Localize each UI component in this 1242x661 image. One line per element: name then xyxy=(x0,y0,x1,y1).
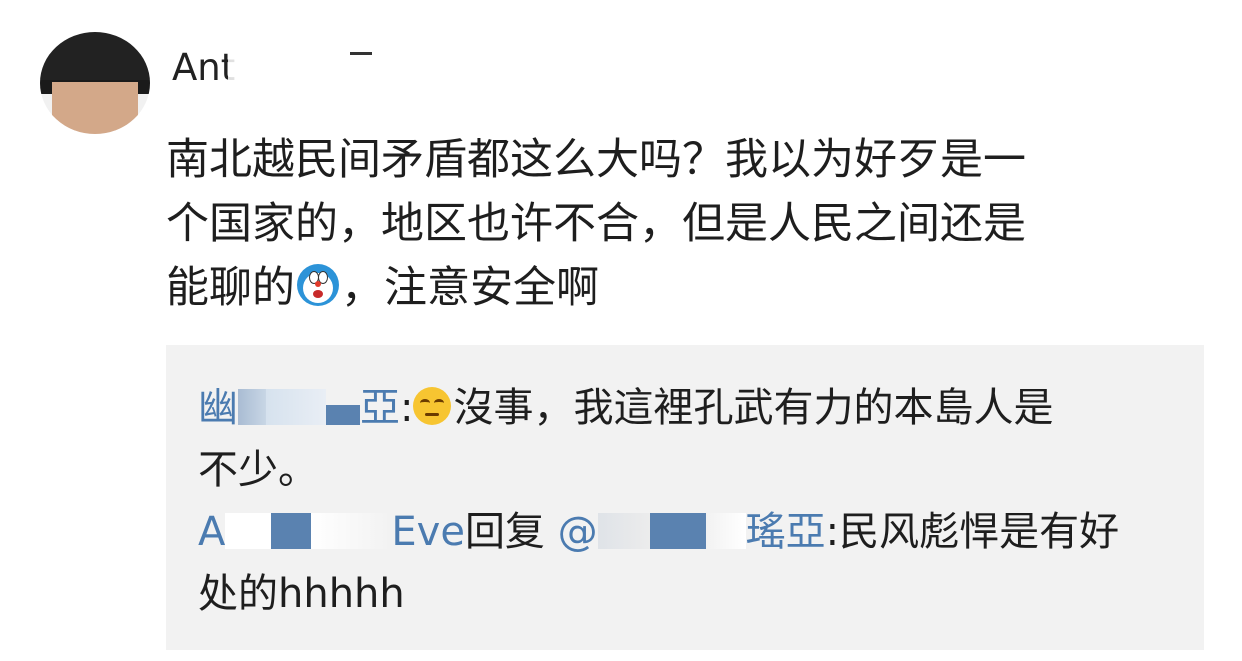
reply-2-mention-end: 瑤亞 xyxy=(745,509,826,555)
reply-2-mention-start: @ xyxy=(557,509,598,555)
reply-item: A Eve回复 @ 瑤亞:民风彪悍是有好 处的hhhhh xyxy=(198,501,1178,625)
comment-line-3: 能聊的 ，注意安全啊 xyxy=(166,256,1206,320)
comment-author[interactable]: Ant xyxy=(172,46,235,94)
reply-2-author-redaction-2 xyxy=(271,513,312,549)
comment-card: Ant 南北越民间矛盾都这么大吗？我以为好歹是一 个国家的，地区也许不合，但是人… xyxy=(0,0,1242,661)
reply-2-line-1: A Eve回复 @ 瑤亞:民风彪悍是有好 xyxy=(198,501,1178,563)
reply-1-author-end: 亞 xyxy=(360,385,400,431)
reply-1-author-redaction xyxy=(238,389,266,425)
username-redaction-mark xyxy=(350,52,372,55)
reply-2-separator: : xyxy=(825,509,840,555)
reply-1-separator: : xyxy=(400,385,414,431)
reply-1-author[interactable]: 幽亞 xyxy=(198,385,400,431)
comment-line-3-end: ，注意安全啊 xyxy=(341,263,599,313)
reply-2-author-end: Eve xyxy=(391,509,465,555)
comment-line-2: 个国家的，地区也许不合，但是人民之间还是 xyxy=(166,199,1026,249)
reply-2-line-2: 处的hhhhh xyxy=(198,571,405,617)
comment-author-name: Ant xyxy=(172,46,236,89)
thinking-face-emoji-icon xyxy=(413,387,452,425)
reply-1-author-redaction-3 xyxy=(326,405,360,425)
reply-1-line-1: 幽亞: 沒事，我這裡孔武有力的本島人是 xyxy=(198,377,1178,439)
reply-2-author-redaction-3 xyxy=(311,513,392,549)
comment-line-1: 南北越民间矛盾都这么大吗？我以为好歹是一 xyxy=(166,135,1026,185)
reply-1-line-2: 不少。 xyxy=(198,447,318,493)
reply-item: 幽亞: 沒事，我這裡孔武有力的本島人是 不少。 xyxy=(198,377,1178,501)
reply-2-author[interactable]: A Eve xyxy=(198,509,465,555)
reply-2-reply-word: 回复 xyxy=(464,509,545,555)
reply-2-mention[interactable]: @ 瑤亞 xyxy=(558,509,826,555)
comment-line-3-start: 能聊的 xyxy=(166,263,295,313)
replies-panel: 幽亞: 沒事，我這裡孔武有力的本島人是 不少。 A Eve回复 @ 瑤亞:民风彪悍是有… xyxy=(166,345,1204,650)
avatar-hair xyxy=(40,32,150,80)
reply-2-text-start: 民风彪悍是有好 xyxy=(839,509,1120,555)
reply-1-author-redaction-2 xyxy=(266,389,326,425)
reply-1-author-start: 幽 xyxy=(198,385,238,431)
reply-2-mention-redaction xyxy=(597,513,650,549)
comment-body: 南北越民间矛盾都这么大吗？我以为好歹是一 个国家的，地区也许不合，但是人民之间还… xyxy=(166,128,1206,320)
reply-1-text-start: 沒事，我這裡孔武有力的本島人是 xyxy=(453,385,1054,431)
username-redaction xyxy=(228,40,438,96)
reply-2-author-redaction xyxy=(225,513,272,549)
reply-2-mention-redaction-3 xyxy=(705,513,746,549)
reply-2-mention-redaction-2 xyxy=(649,513,706,549)
reply-2-author-start: A xyxy=(198,509,226,555)
avatar[interactable] xyxy=(40,32,150,134)
doraemon-emoji-icon xyxy=(297,264,339,306)
avatar-face xyxy=(52,82,138,134)
